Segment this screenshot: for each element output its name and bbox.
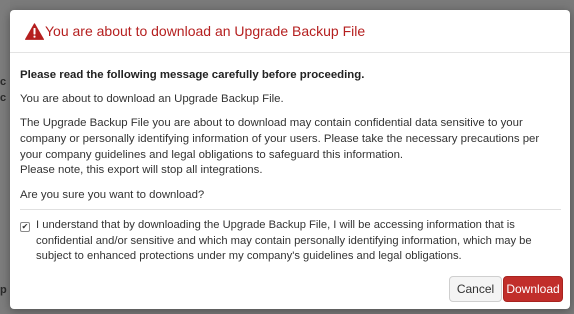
background-text-fragment: c [0, 76, 7, 88]
background-page-edge: c c p [0, 0, 10, 314]
modal-header: You are about to download an Upgrade Bac… [10, 10, 570, 53]
acknowledgement-checkbox[interactable]: ✔ [20, 222, 30, 232]
cancel-button[interactable]: Cancel [449, 276, 502, 302]
download-button[interactable]: Download [503, 276, 563, 302]
acknowledgement-label[interactable]: I understand that by downloading the Upg… [36, 218, 561, 265]
body-paragraph: You are about to download an Upgrade Bac… [20, 93, 284, 105]
confirmation-question: Are you sure you want to download? [20, 189, 205, 201]
body-paragraph-note: Please note, this export will stop all i… [20, 164, 263, 176]
download-warning-modal: You are about to download an Upgrade Bac… [10, 10, 570, 309]
lead-message: Please read the following message carefu… [20, 69, 365, 81]
warning-triangle-icon [25, 23, 44, 40]
modal-title: You are about to download an Upgrade Bac… [45, 23, 366, 39]
background-text-fragment: p [0, 284, 7, 296]
background-text-fragment: c [0, 92, 7, 104]
body-paragraph-warning: The Upgrade Backup File you are about to… [20, 117, 540, 161]
section-divider [20, 209, 561, 210]
